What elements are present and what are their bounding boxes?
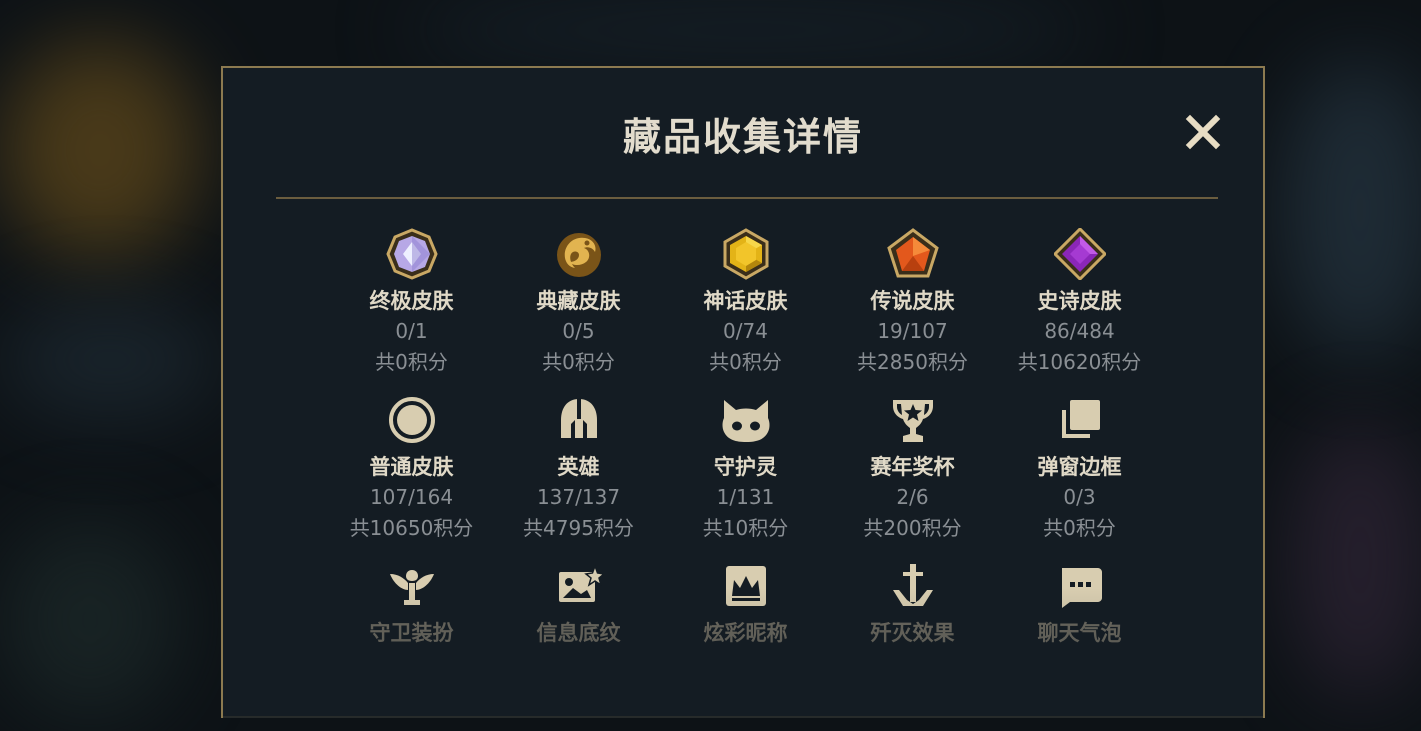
category-ward-skins[interactable]: 守卫装扮 <box>328 558 495 724</box>
category-name: 普通皮肤 <box>369 455 454 479</box>
category-finisher-effects[interactable]: 歼灭效果 <box>829 558 996 724</box>
category-regular-skins[interactable]: 普通皮肤 107/164 共10650积分 <box>328 392 495 558</box>
category-name: 守护灵 <box>714 455 777 479</box>
trophy-icon <box>885 392 941 448</box>
category-name: 弹窗边框 <box>1037 455 1122 479</box>
epic-gem-icon <box>1052 226 1108 282</box>
crown-card-icon <box>718 558 774 614</box>
category-points: 共0积分 <box>375 350 448 374</box>
category-count: 0/74 <box>723 319 768 343</box>
banner-icon <box>551 558 607 614</box>
category-name: 英雄 <box>557 455 600 479</box>
category-ultimate-skins[interactable]: 终极皮肤 0/1 共0积分 <box>328 226 495 392</box>
category-count: 1/131 <box>716 485 775 509</box>
sword-icon <box>885 558 941 614</box>
category-count: 86/484 <box>1044 319 1115 343</box>
category-champions[interactable]: 英雄 137/137 共4795积分 <box>495 392 662 558</box>
ward-icon <box>384 558 440 614</box>
close-button[interactable] <box>1181 110 1225 154</box>
category-chat-bubbles[interactable]: 聊天气泡 <box>996 558 1163 724</box>
category-grid: 终极皮肤 0/1 共0积分 典藏皮肤 0/5 共0积分 神话皮肤 0/74 共0… <box>328 226 1163 724</box>
category-name: 守卫装扮 <box>369 621 454 645</box>
collection-details-dialog: 藏品收集详情 终极皮肤 0/1 共0积分 典藏皮肤 0/5 共0积分 神话皮肤 … <box>221 66 1265 718</box>
category-count: 107/164 <box>369 485 454 509</box>
category-name: 赛年奖杯 <box>870 455 955 479</box>
companion-icon <box>718 392 774 448</box>
dragon-emblem-icon <box>551 226 607 282</box>
category-legendary-skins[interactable]: 传说皮肤 19/107 共2850积分 <box>829 226 996 392</box>
frames-icon <box>1052 392 1108 448</box>
category-companions[interactable]: 守护灵 1/131 共10积分 <box>662 392 829 558</box>
close-icon <box>1185 114 1221 150</box>
category-season-trophies[interactable]: 赛年奖杯 2/6 共200积分 <box>829 392 996 558</box>
category-count: 2/6 <box>896 485 929 509</box>
category-count: 0/5 <box>562 319 595 343</box>
category-name: 传说皮肤 <box>870 289 955 313</box>
category-name: 史诗皮肤 <box>1037 289 1122 313</box>
category-name: 聊天气泡 <box>1037 621 1122 645</box>
dialog-title: 藏品收集详情 <box>622 115 863 159</box>
category-name: 神话皮肤 <box>703 289 788 313</box>
category-count: 0/1 <box>395 319 428 343</box>
category-name: 炫彩昵称 <box>703 621 788 645</box>
category-prestige-skins[interactable]: 典藏皮肤 0/5 共0积分 <box>495 226 662 392</box>
category-name: 典藏皮肤 <box>536 289 621 313</box>
category-count: 19/107 <box>877 319 948 343</box>
category-count: 137/137 <box>536 485 621 509</box>
category-points: 共0积分 <box>709 350 782 374</box>
category-points: 共10620积分 <box>1017 350 1142 374</box>
category-points: 共0积分 <box>1043 516 1116 540</box>
legendary-gem-icon <box>885 226 941 282</box>
category-chroma-names[interactable]: 炫彩昵称 <box>662 558 829 724</box>
category-count: 0/3 <box>1063 485 1096 509</box>
category-points: 共10650积分 <box>349 516 474 540</box>
category-points: 共4795积分 <box>523 516 634 540</box>
category-name: 歼灭效果 <box>870 621 955 645</box>
category-points: 共0积分 <box>542 350 615 374</box>
category-points: 共200积分 <box>863 516 962 540</box>
chat-bubble-icon <box>1052 558 1108 614</box>
category-mythic-skins[interactable]: 神话皮肤 0/74 共0积分 <box>662 226 829 392</box>
category-epic-skins[interactable]: 史诗皮肤 86/484 共10620积分 <box>996 226 1163 392</box>
category-name: 信息底纹 <box>536 621 621 645</box>
category-points: 共10积分 <box>702 516 789 540</box>
circle-icon <box>384 392 440 448</box>
title-divider <box>276 197 1218 199</box>
category-popup-frames[interactable]: 弹窗边框 0/3 共0积分 <box>996 392 1163 558</box>
mythic-gem-icon <box>718 226 774 282</box>
category-name: 终极皮肤 <box>369 289 454 313</box>
category-profile-banners[interactable]: 信息底纹 <box>495 558 662 724</box>
ultimate-gem-icon <box>384 226 440 282</box>
helmet-icon <box>551 392 607 448</box>
category-points: 共2850积分 <box>857 350 968 374</box>
